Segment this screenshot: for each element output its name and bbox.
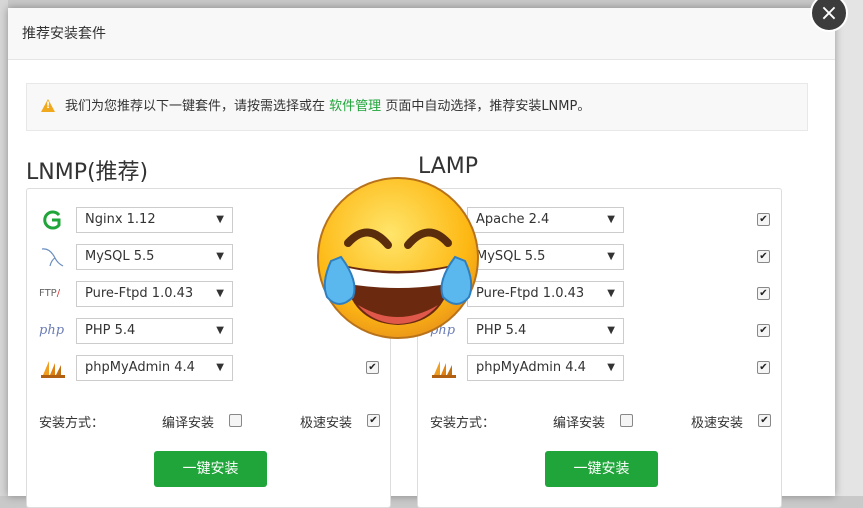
chevron-down-icon: ▼	[216, 251, 224, 262]
phpmyadmin-checkbox[interactable]: ✔	[757, 361, 770, 374]
apache-checkbox[interactable]: ✔	[757, 213, 770, 226]
lamp-install-button[interactable]: 一键安装	[545, 451, 658, 487]
compile-install-label: 编译安装	[162, 416, 215, 431]
php-version-select[interactable]: PHP 5.4 ▼	[467, 318, 624, 344]
nginx-version-select[interactable]: Nginx 1.12 ▼	[76, 207, 233, 233]
fast-install-label: 极速安装	[300, 416, 353, 431]
ftp-version-value: Pure-Ftpd 1.0.43	[476, 286, 585, 301]
ftp-version-select[interactable]: Pure-Ftpd 1.0.43 ▼	[467, 281, 624, 307]
apache-version-value: Apache 2.4	[476, 212, 550, 227]
phpmyadmin-icon	[41, 361, 65, 378]
mysql-icon	[41, 248, 64, 267]
lnmp-row-phpmyadmin: phpMyAdmin 4.4 ▼ ✔	[27, 352, 390, 382]
phpmyadmin-version-select[interactable]: phpMyAdmin 4.4 ▼	[76, 355, 233, 381]
ftp-checkbox[interactable]: ✔	[757, 287, 770, 300]
check-icon: ✔	[759, 325, 768, 336]
mysql-version-value: MySQL 5.5	[476, 249, 546, 264]
check-icon: ✔	[760, 415, 769, 426]
fast-install-label: 极速安装	[691, 416, 744, 431]
php-checkbox[interactable]: ✔	[757, 324, 770, 337]
php-version-value: PHP 5.4	[85, 323, 136, 338]
fast-install-checkbox[interactable]: ✔	[758, 414, 771, 427]
php-version-value: PHP 5.4	[476, 323, 527, 338]
mysql-version-select[interactable]: MySQL 5.5 ▼	[467, 244, 624, 270]
notice-bar: 我们为您推荐以下一键套件，请按需选择或在 软件管理 页面中自动选择，推荐安装LN…	[26, 83, 808, 131]
phpmyadmin-version-select[interactable]: phpMyAdmin 4.4 ▼	[467, 355, 624, 381]
lamp-row-phpmyadmin: phpMyAdmin 4.4 ▼ ✔	[418, 352, 781, 382]
install-method-label: 安装方式：	[39, 416, 105, 431]
software-manager-link[interactable]: 软件管理	[329, 99, 381, 114]
check-icon: ✔	[369, 415, 378, 426]
phpmyadmin-version-value: phpMyAdmin 4.4	[85, 360, 195, 375]
lnmp-install-button[interactable]: 一键安装	[154, 451, 267, 487]
check-icon: ✔	[759, 362, 768, 373]
check-icon: ✔	[759, 288, 768, 299]
apache-version-select[interactable]: Apache 2.4 ▼	[467, 207, 624, 233]
nginx-version-value: Nginx 1.12	[85, 212, 156, 227]
close-icon: ×	[819, 1, 839, 26]
check-icon: ✔	[759, 251, 768, 262]
fast-install-checkbox[interactable]: ✔	[367, 414, 380, 427]
ftp-version-select[interactable]: Pure-Ftpd 1.0.43 ▼	[76, 281, 233, 307]
phpmyadmin-icon	[432, 361, 456, 378]
nginx-icon	[43, 210, 61, 230]
install-dialog: 推荐安装套件 × 我们为您推荐以下一键套件，请按需选择或在 软件管理 页面中自动…	[8, 0, 848, 508]
chevron-down-icon: ▼	[607, 325, 615, 336]
lamp-install-method: 安装方式： 编译安装 极速安装 ✔	[418, 412, 781, 432]
check-icon: ✔	[368, 362, 377, 373]
warning-icon	[41, 99, 55, 112]
compile-install-checkbox[interactable]	[620, 414, 633, 427]
mysql-version-select[interactable]: MySQL 5.5 ▼	[76, 244, 233, 270]
install-method-label: 安装方式：	[430, 416, 496, 431]
chevron-down-icon: ▼	[216, 325, 224, 336]
background-right	[835, 0, 863, 496]
laughing-emoji-icon	[317, 177, 479, 339]
ftp-icon: FTP/	[39, 288, 61, 299]
chevron-down-icon: ▼	[216, 362, 224, 373]
chevron-down-icon: ▼	[607, 362, 615, 373]
dialog-title: 推荐安装套件	[22, 26, 106, 42]
php-icon: php	[39, 323, 65, 338]
background-left	[0, 0, 8, 496]
php-version-select[interactable]: PHP 5.4 ▼	[76, 318, 233, 344]
phpmyadmin-checkbox[interactable]: ✔	[366, 361, 379, 374]
compile-install-checkbox[interactable]	[229, 414, 242, 427]
chevron-down-icon: ▼	[607, 251, 615, 262]
mysql-checkbox[interactable]: ✔	[757, 250, 770, 263]
notice-prefix: 我们为您推荐以下一键套件，请按需选择或在	[65, 99, 326, 114]
mysql-version-value: MySQL 5.5	[85, 249, 155, 264]
chevron-down-icon: ▼	[216, 288, 224, 299]
check-icon: ✔	[759, 214, 768, 225]
ftp-icon-text: FTP	[39, 288, 57, 299]
compile-install-label: 编译安装	[553, 416, 606, 431]
chevron-down-icon: ▼	[216, 214, 224, 225]
lnmp-title: LNMP(推荐)	[26, 160, 149, 185]
ftp-version-value: Pure-Ftpd 1.0.43	[85, 286, 194, 301]
lnmp-install-method: 安装方式： 编译安装 极速安装 ✔	[27, 412, 390, 432]
phpmyadmin-version-value: phpMyAdmin 4.4	[476, 360, 586, 375]
notice-suffix: 页面中自动选择，推荐安装LNMP。	[385, 99, 591, 114]
dialog-header: 推荐安装套件	[8, 8, 835, 60]
chevron-down-icon: ▼	[607, 288, 615, 299]
chevron-down-icon: ▼	[607, 214, 615, 225]
